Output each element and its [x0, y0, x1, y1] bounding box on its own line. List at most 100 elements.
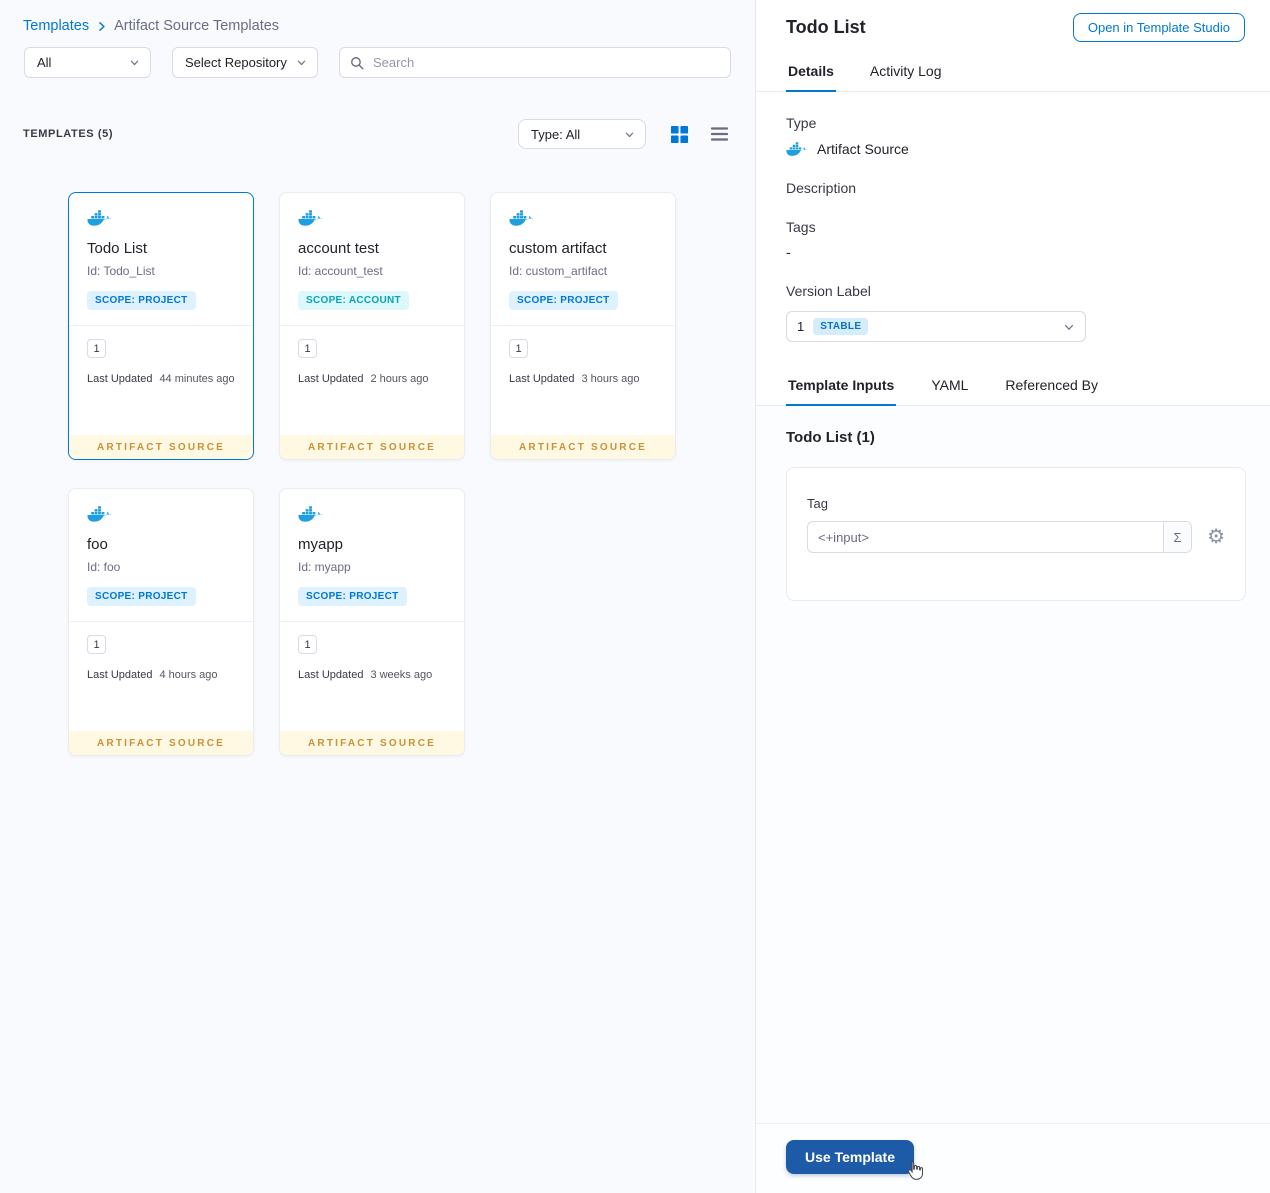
artifact-source-ribbon: ARTIFACT SOURCE: [280, 731, 464, 755]
template-card-name: custom artifact: [509, 240, 607, 257]
repository-filter-value: Select Repository: [185, 55, 287, 70]
tag-label: Tag: [807, 496, 828, 511]
docker-icon: [87, 506, 235, 523]
description-label: Description: [786, 180, 857, 196]
tag-input[interactable]: [808, 522, 1164, 552]
card-divider: [491, 325, 675, 326]
template-card[interactable]: custom artifact Id: custom_artifact SCOP…: [490, 192, 676, 460]
templates-count-label: TEMPLATES (5): [23, 128, 114, 140]
search-icon: [350, 56, 364, 75]
type-filter-value: Type: All: [531, 126, 581, 142]
template-inputs-title: Todo List (1): [786, 429, 875, 446]
version-chip: 1: [298, 635, 317, 654]
details-section: Type Artifact Source Description Tags - …: [756, 92, 1270, 367]
panel-footer: Use Template: [756, 1123, 1270, 1193]
panel-tabs: Details Activity Log: [756, 53, 1270, 92]
panel-header: Todo List Open in Template Studio: [756, 0, 1270, 53]
artifact-source-ribbon: ARTIFACT SOURCE: [69, 435, 253, 459]
runtime-input-expression-button[interactable]: Σ: [1163, 522, 1192, 552]
tab-referenced-by[interactable]: Referenced By: [1003, 367, 1100, 406]
last-updated-value: 4 hours ago: [159, 669, 218, 681]
template-details-panel: Todo List Open in Template Studio Detail…: [755, 0, 1270, 1193]
tab-yaml[interactable]: YAML: [929, 367, 970, 406]
search-input[interactable]: [339, 47, 731, 78]
grid-view-icon: [670, 125, 689, 143]
open-in-template-studio-button[interactable]: Open in Template Studio: [1072, 13, 1245, 42]
grid-view-button[interactable]: [668, 123, 691, 146]
template-card-name: myapp: [298, 536, 344, 553]
breadcrumb-current: Artifact Source Templates: [114, 18, 280, 34]
breadcrumb-separator-icon: [95, 20, 108, 33]
last-updated-label: Last Updated: [87, 373, 153, 385]
type-label: Type: [786, 115, 817, 131]
tab-template-inputs[interactable]: Template Inputs: [786, 367, 897, 406]
last-updated-row: Last Updated 3 hours ago: [509, 373, 657, 385]
template-card-id: Id: foo: [87, 560, 121, 574]
breadcrumb: Templates Artifact Source Templates: [0, 0, 755, 34]
artifact-source-ribbon: ARTIFACT SOURCE: [491, 435, 675, 459]
scope-filter-value: All: [37, 55, 52, 70]
scope-badge: SCOPE: PROJECT: [87, 587, 196, 606]
version-chip: 1: [298, 339, 317, 358]
breadcrumb-templates-link[interactable]: Templates: [23, 18, 89, 34]
last-updated-row: Last Updated 2 hours ago: [298, 373, 446, 385]
template-card[interactable]: account test Id: account_test SCOPE: ACC…: [279, 192, 465, 460]
card-divider: [69, 325, 253, 326]
version-value: 1: [797, 319, 805, 334]
version-dropdown[interactable]: 1 STABLE: [786, 311, 1086, 342]
template-card[interactable]: Todo List Id: Todo_List SCOPE: PROJECT 1…: [68, 192, 254, 460]
search-box: [339, 47, 731, 78]
last-updated-value: 44 minutes ago: [159, 373, 235, 385]
artifact-source-ribbon: ARTIFACT SOURCE: [280, 435, 464, 459]
template-card-id: Id: myapp: [298, 560, 351, 574]
last-updated-row: Last Updated 44 minutes ago: [87, 373, 235, 385]
template-card-id: Id: account_test: [298, 264, 383, 278]
chevron-down-icon: [1063, 321, 1075, 333]
input-settings-gear-icon[interactable]: ⚙: [1207, 527, 1225, 547]
docker-icon: [509, 210, 657, 227]
version-chip: 1: [87, 635, 106, 654]
template-card-name: account test: [298, 240, 379, 257]
last-updated-value: 3 hours ago: [581, 373, 640, 385]
tags-label: Tags: [786, 219, 816, 235]
tab-details[interactable]: Details: [786, 53, 836, 92]
filter-row: All Select Repository: [24, 47, 731, 78]
last-updated-row: Last Updated 3 weeks ago: [298, 669, 446, 681]
docker-icon: [786, 141, 808, 157]
template-card-name: Todo List: [87, 240, 148, 257]
chevron-down-icon: [129, 57, 140, 68]
docker-icon: [298, 210, 446, 227]
panel-title: Todo List: [786, 17, 866, 37]
list-view-icon: [710, 127, 729, 141]
repository-filter-dropdown[interactable]: Select Repository: [172, 47, 318, 78]
last-updated-label: Last Updated: [509, 373, 575, 385]
templates-list-header: TEMPLATES (5) Type: All: [23, 119, 731, 149]
last-updated-label: Last Updated: [298, 669, 364, 681]
chevron-down-icon: [296, 57, 307, 68]
last-updated-value: 3 weeks ago: [370, 669, 433, 681]
last-updated-label: Last Updated: [298, 373, 364, 385]
template-card-id: Id: custom_artifact: [509, 264, 608, 278]
type-filter-dropdown[interactable]: Type: All: [518, 119, 646, 149]
version-label: Version Label: [786, 283, 871, 299]
scope-filter-dropdown[interactable]: All: [24, 47, 151, 78]
last-updated-value: 2 hours ago: [370, 373, 429, 385]
template-card-grid: Todo List Id: Todo_List SCOPE: PROJECT 1…: [68, 192, 755, 756]
tab-activity-log[interactable]: Activity Log: [868, 53, 944, 92]
list-view-button[interactable]: [708, 124, 731, 144]
artifact-source-ribbon: ARTIFACT SOURCE: [69, 731, 253, 755]
type-value: Artifact Source: [817, 141, 909, 157]
scope-badge: SCOPE: PROJECT: [87, 291, 196, 310]
version-chip: 1: [87, 339, 106, 358]
version-chip: 1: [509, 339, 528, 358]
scope-badge: SCOPE: PROJECT: [509, 291, 618, 310]
tags-value: -: [786, 244, 791, 260]
template-detail-tabs: Template Inputs YAML Referenced By: [756, 367, 1270, 406]
template-card[interactable]: foo Id: foo SCOPE: PROJECT 1 Last Update…: [68, 488, 254, 756]
template-card[interactable]: myapp Id: myapp SCOPE: PROJECT 1 Last Up…: [279, 488, 465, 756]
use-template-button[interactable]: Use Template: [786, 1140, 914, 1174]
scope-badge: SCOPE: PROJECT: [298, 587, 407, 606]
stable-badge: STABLE: [813, 318, 869, 335]
docker-icon: [298, 506, 446, 523]
last-updated-label: Last Updated: [87, 669, 153, 681]
